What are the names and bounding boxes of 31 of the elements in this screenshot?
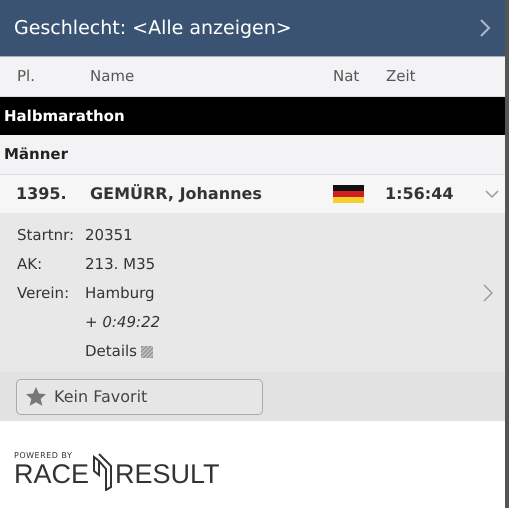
flag-icon [333,185,364,203]
detail-value: Hamburg [85,283,155,304]
scrollbar[interactable] [505,0,509,508]
column-header: Zeit [386,66,416,88]
column-header: Pl. [17,66,36,88]
favorite-button[interactable]: Kein Favorit [16,378,263,414]
column-header: Nat [333,66,360,88]
detail-label: Verein: [17,283,70,304]
powered-by-text: POWERED BY [14,451,74,461]
chevron-right-icon [479,18,491,38]
filter-title: Geschlecht: <Alle anzeigen> [14,16,292,41]
header-bar[interactable]: Geschlecht: <Alle anzeigen> [0,0,505,57]
detail-value: 20351 [85,225,133,246]
logo-text: RESULT [115,461,220,488]
chevron-right-icon[interactable] [483,284,493,302]
time-cell-text: 1:56:44 [385,183,454,205]
logo-icon [91,453,114,491]
hatched-square-icon [141,346,154,358]
chevron-down-icon[interactable] [485,189,499,199]
logo-text: RACE [14,461,90,488]
place-cell-text: 1395. [16,183,68,205]
group-heading: Männer [0,135,505,175]
detail-value: 213. M35 [85,254,156,276]
column-header: Name [90,66,136,88]
detail-label: Startnr: [17,225,76,246]
gap-time: + 0:49:22 [85,312,160,334]
details-link[interactable]: Details [85,340,138,363]
detail-label: AK: [17,254,44,276]
star-icon [25,386,47,407]
race-heading: Halbmarathon [0,97,505,135]
name-cell-text: GEMÜRR, Johannes [90,183,263,205]
